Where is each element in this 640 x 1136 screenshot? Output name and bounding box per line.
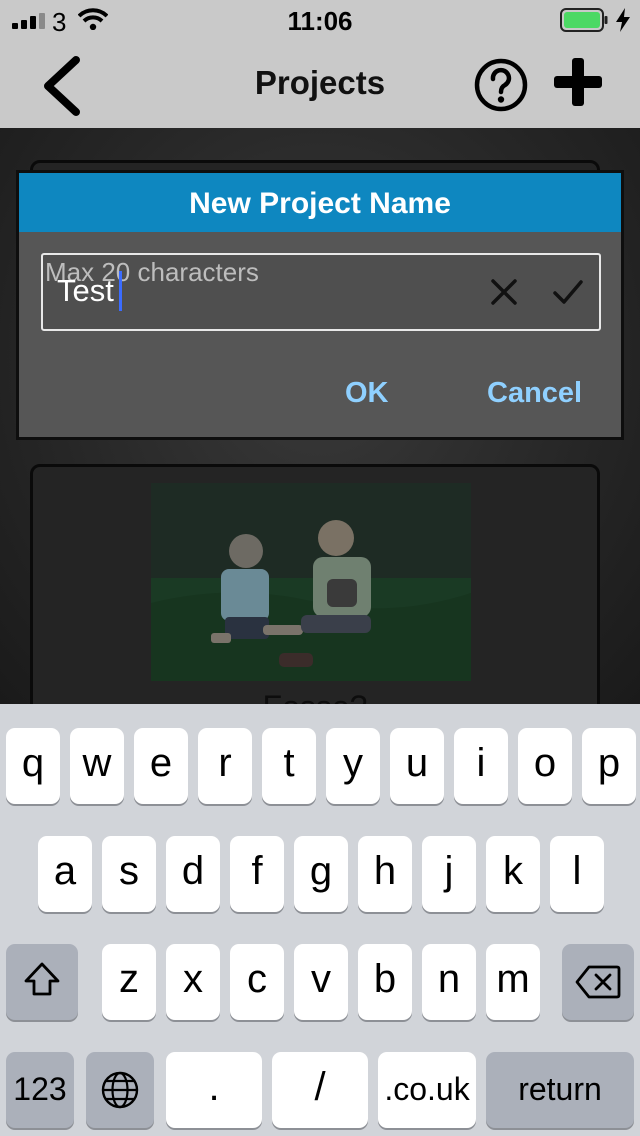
key-r[interactable]: r [198, 728, 252, 804]
project-name-input[interactable]: Max 20 characters Test [41, 253, 601, 331]
chevron-left-icon[interactable] [38, 56, 88, 116]
close-icon[interactable] [489, 277, 519, 307]
globe-icon [101, 1071, 139, 1109]
ok-button[interactable]: OK [345, 377, 389, 410]
key-e[interactable]: e [134, 728, 188, 804]
key-p[interactable]: p [582, 728, 636, 804]
key-w[interactable]: w [70, 728, 124, 804]
plus-icon[interactable] [552, 56, 604, 108]
dialog-title: New Project Name [189, 187, 451, 220]
numbers-key[interactable]: 123 [6, 1052, 74, 1128]
charging-bolt-icon [616, 8, 630, 32]
checkmark-icon[interactable] [551, 275, 585, 309]
key-x[interactable]: x [166, 944, 220, 1020]
key-n[interactable]: n [422, 944, 476, 1020]
battery-icon [560, 8, 608, 32]
project-card[interactable]: Fosse? [30, 464, 600, 704]
carrier-label: 3 [52, 7, 67, 37]
return-key[interactable]: return [486, 1052, 634, 1128]
backspace-icon [575, 965, 621, 999]
key-v[interactable]: v [294, 944, 348, 1020]
key-f[interactable]: f [230, 836, 284, 912]
key-y[interactable]: y [326, 728, 380, 804]
new-project-dialog: New Project Name Max 20 characters Test … [16, 170, 624, 440]
key-k[interactable]: k [486, 836, 540, 912]
key-z[interactable]: z [102, 944, 156, 1020]
status-bar: 3 11:06 [0, 0, 640, 40]
key-h[interactable]: h [358, 836, 412, 912]
key-j[interactable]: j [422, 836, 476, 912]
key-q[interactable]: q [6, 728, 60, 804]
backspace-key[interactable] [562, 944, 634, 1020]
slash-key[interactable]: / [272, 1052, 368, 1128]
key-a[interactable]: a [38, 836, 92, 912]
key-l[interactable]: l [550, 836, 604, 912]
key-u[interactable]: u [390, 728, 444, 804]
project-title: Fosse? [33, 689, 597, 704]
period-key[interactable]: . [166, 1052, 262, 1128]
shift-key[interactable] [6, 944, 78, 1020]
input-value[interactable]: Test [57, 273, 114, 309]
globe-key[interactable] [86, 1052, 154, 1128]
shift-arrow-icon [24, 962, 60, 996]
help-circle-icon[interactable] [474, 58, 528, 112]
dialog-header: New Project Name [19, 173, 621, 232]
project-thumbnail [151, 483, 471, 681]
domain-key[interactable]: .co.uk [378, 1052, 476, 1128]
text-cursor [119, 271, 122, 311]
key-g[interactable]: g [294, 836, 348, 912]
key-o[interactable]: o [518, 728, 572, 804]
page-title: Projects [254, 64, 386, 101]
key-d[interactable]: d [166, 836, 220, 912]
key-s[interactable]: s [102, 836, 156, 912]
navigation-bar: Projects [0, 40, 640, 128]
key-c[interactable]: c [230, 944, 284, 1020]
key-t[interactable]: t [262, 728, 316, 804]
key-m[interactable]: m [486, 944, 540, 1020]
cellular-signal-icon [12, 13, 45, 29]
onscreen-keyboard: qwertyuiop asdfghjkl zxcvbnm 123 . / .co… [0, 704, 640, 1136]
wifi-icon [78, 8, 108, 30]
cancel-button[interactable]: Cancel [487, 377, 582, 410]
key-b[interactable]: b [358, 944, 412, 1020]
key-i[interactable]: i [454, 728, 508, 804]
